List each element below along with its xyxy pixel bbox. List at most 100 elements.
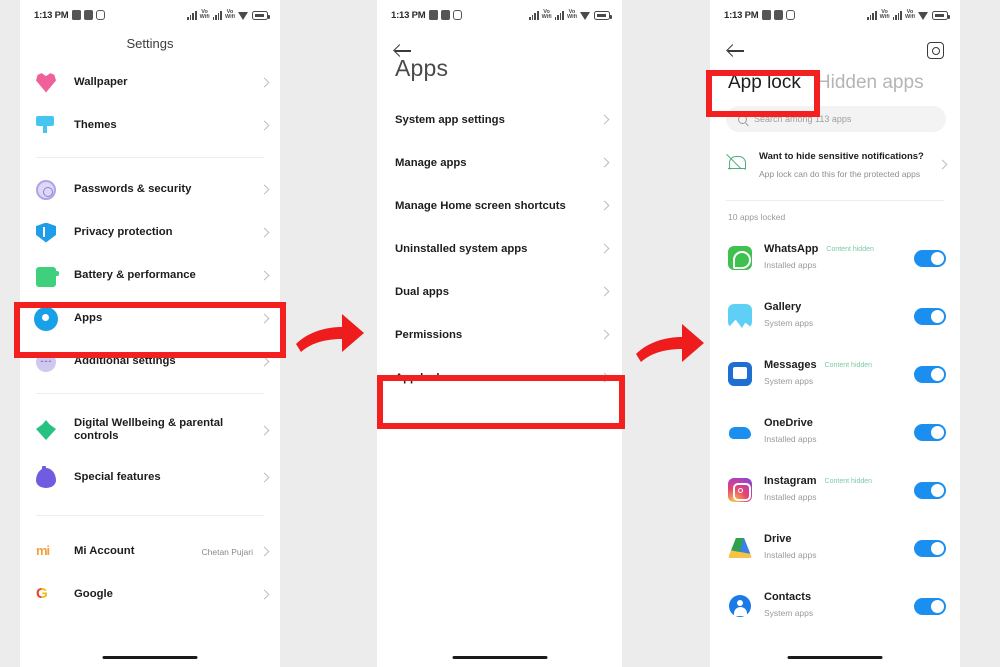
app-list-item[interactable]: OneDrive Installed apps [710, 403, 960, 461]
settings-row-battery-performance[interactable]: Battery & performance [20, 254, 280, 297]
card-title: Want to hide sensitive notifications? [759, 151, 924, 162]
home-indicator [102, 655, 198, 659]
battery-icon [594, 11, 612, 20]
app-category: System apps [764, 608, 814, 618]
special-features-icon [36, 465, 56, 488]
app-name: OneDrive [764, 417, 813, 429]
apps-row-highlight [14, 302, 286, 358]
fingerprint-icon [36, 179, 56, 200]
settings-row-label: Digital Wellbeing & parental controls [74, 417, 224, 442]
wellbeing-icon [36, 420, 56, 440]
signal-bars-icon-2 [554, 10, 564, 20]
chevron-right-icon [599, 243, 610, 254]
settings-row-label: Google [74, 588, 113, 600]
battery-icon [932, 11, 950, 20]
app-lock-toggle[interactable] [914, 539, 946, 557]
home-indicator [452, 655, 547, 659]
apps-row-label: Manage Home screen shortcuts [395, 199, 566, 212]
app-category: System apps [764, 376, 814, 386]
calculator-icon [428, 10, 438, 20]
settings-row-special-features[interactable]: Special features [20, 456, 280, 499]
app-lock-toggle[interactable] [914, 423, 946, 441]
status-bar-time: 1:13 PM [391, 9, 426, 21]
app-name: Messages [764, 359, 817, 371]
app-list-item[interactable]: WhatsApp Content hidden Installed apps [710, 229, 960, 287]
chevron-right-icon [259, 425, 270, 435]
apps-row-label: Uninstalled system apps [395, 242, 528, 255]
settings-row-label: Passwords & security [74, 183, 192, 195]
status-bar-time: 1:13 PM [724, 9, 759, 21]
step-arrow-1 [296, 314, 364, 352]
apps-row-dual-apps[interactable]: Dual apps [377, 270, 622, 313]
chevron-right-icon [259, 120, 270, 131]
settings-row-themes[interactable]: Themes [20, 104, 280, 147]
instagram-icon [452, 10, 462, 20]
signal-bars-icon [187, 10, 197, 20]
instagram-icon [95, 10, 105, 20]
app-lock-toggle[interactable] [914, 249, 946, 267]
apps-row-manage-home-screen-shortcuts[interactable]: Manage Home screen shortcuts [377, 184, 622, 227]
contacts-icon [728, 594, 752, 618]
signal-bars-icon-2 [212, 10, 222, 20]
settings-row-label: Themes [74, 119, 117, 131]
tab-hidden-apps[interactable]: Hidden apps [817, 72, 924, 94]
app-list-item[interactable]: Messages Content hidden System apps [710, 345, 960, 403]
onedrive-icon [728, 420, 752, 444]
settings-row-value: Chetan Pujari [201, 546, 253, 557]
mi-logo-icon: mi [36, 542, 50, 558]
app-lock-tab-highlight [706, 70, 820, 117]
chevron-right-icon [259, 546, 270, 557]
app-list-item[interactable]: Drive Installed apps [710, 519, 960, 577]
chevron-right-icon [259, 589, 270, 600]
content-hidden-badge: Content hidden [824, 361, 873, 369]
app-list-item[interactable]: Contacts System apps [710, 577, 960, 635]
apps-row-uninstalled-system-apps[interactable]: Uninstalled system apps [377, 227, 622, 270]
battery-icon [36, 267, 59, 287]
settings-row-passwords-security[interactable]: Passwords & security [20, 168, 280, 211]
app-lock-toggle[interactable] [914, 481, 946, 499]
volte-icon-2: Vo Wifi [566, 9, 577, 20]
google-drive-icon [728, 536, 752, 560]
content-hidden-badge: Content hidden [826, 245, 874, 253]
card-subtitle: App lock can do this for the protected a… [759, 169, 921, 179]
app-list-item[interactable]: Instagram Content hidden Installed apps [710, 461, 960, 519]
settings-row-wallpaper[interactable]: Wallpaper [20, 61, 280, 104]
app-category: Installed apps [764, 260, 817, 270]
sim-icon [83, 10, 93, 20]
gear-icon[interactable] [927, 42, 944, 59]
app-lock-row-highlight [377, 375, 625, 429]
chevron-right-icon [259, 270, 270, 281]
app-name: Instagram [764, 475, 817, 487]
step-arrow-2 [636, 324, 704, 362]
settings-row-mi-account[interactable]: mi Mi Account Chetan Pujari [20, 530, 280, 573]
settings-row-digital-wellbeing[interactable]: Digital Wellbeing & parental controls [20, 404, 280, 456]
instagram-icon [785, 10, 795, 20]
apps-row-manage-apps[interactable]: Manage apps [377, 141, 622, 184]
sim-icon [773, 10, 783, 20]
calculator-icon [71, 10, 81, 20]
app-name: Drive [764, 533, 792, 545]
app-category: Installed apps [764, 434, 817, 444]
volte-icon-2: Vo Wifi [904, 9, 915, 20]
shield-icon [36, 222, 56, 243]
gallery-icon [728, 304, 752, 328]
app-lock-toggle[interactable] [914, 307, 946, 325]
hide-notifications-card[interactable]: Want to hide sensitive notifications? Ap… [710, 132, 960, 196]
settings-row-privacy-protection[interactable]: Privacy protection [20, 211, 280, 254]
app-lock-toggle[interactable] [914, 597, 946, 615]
back-button[interactable] [377, 30, 622, 42]
settings-row-label: Wallpaper [74, 76, 128, 88]
settings-row-google[interactable]: G Google [20, 573, 280, 616]
wallpaper-icon [36, 73, 56, 93]
apps-row-label: Permissions [395, 328, 463, 341]
app-lock-toggle[interactable] [914, 365, 946, 383]
apps-row-permissions[interactable]: Permissions [377, 313, 622, 356]
app-category: System apps [764, 318, 814, 328]
apps-row-label: Manage apps [395, 156, 467, 169]
app-list-item[interactable]: Gallery System apps [710, 287, 960, 345]
chevron-right-icon [259, 356, 270, 367]
apps-row-system-app-settings[interactable]: System app settings [377, 98, 622, 141]
app-name: WhatsApp [764, 243, 819, 255]
battery-icon [252, 11, 270, 20]
back-button[interactable] [728, 42, 745, 59]
